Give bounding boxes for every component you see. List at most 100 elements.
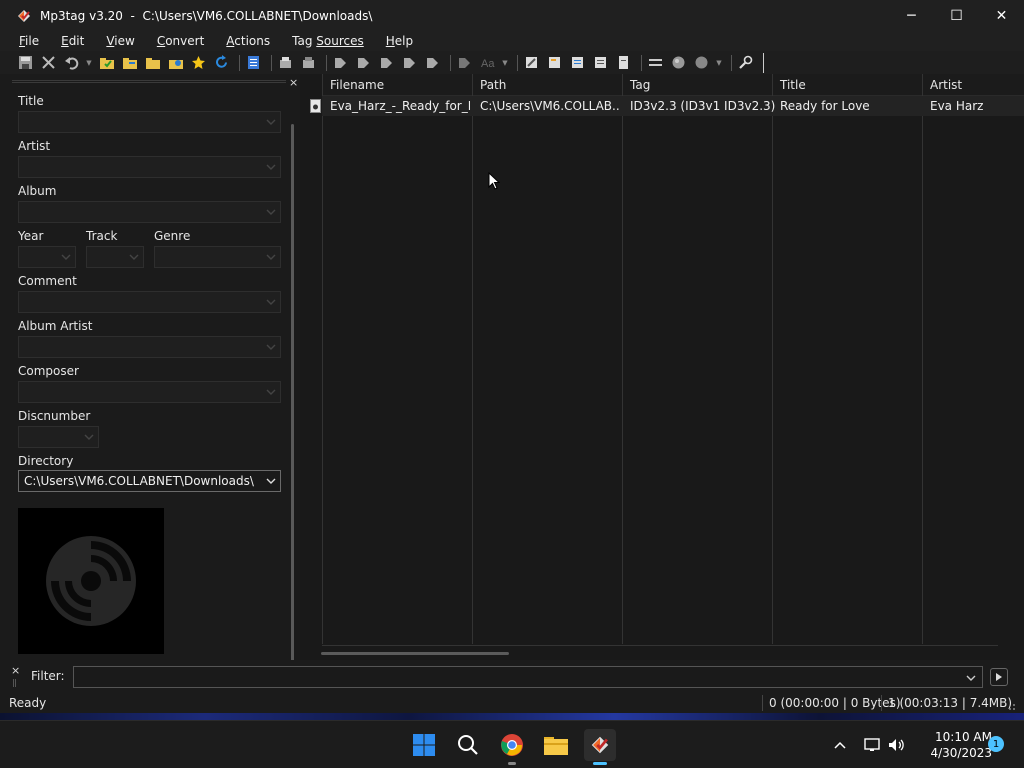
artist-field[interactable]	[18, 156, 281, 178]
notification-badge[interactable]: 1	[988, 736, 1004, 752]
album-artist-field[interactable]	[18, 336, 281, 358]
composer-field[interactable]	[18, 381, 281, 403]
filter-close-icon[interactable]: ×	[11, 664, 20, 677]
clock[interactable]: 10:10 AM 4/30/2023	[912, 729, 992, 761]
edit-tag-icon[interactable]	[522, 53, 541, 72]
file-explorer-button[interactable]	[540, 729, 572, 761]
network-icon	[864, 738, 880, 751]
active-indicator	[593, 762, 607, 765]
paste-tag-icon[interactable]	[299, 53, 318, 72]
document-icon[interactable]	[614, 53, 633, 72]
tag-panel-scrollbar[interactable]	[291, 124, 294, 680]
file-list: Filename Path Tag Title Artist Eva_Harz_…	[300, 74, 1024, 660]
status-total: 1 (00:03:13 | 7.4MB)	[888, 696, 1013, 710]
menu-actions[interactable]: Actions	[226, 34, 270, 48]
panel-grip[interactable]	[12, 80, 286, 83]
export-icon[interactable]	[545, 53, 564, 72]
toolbar-separator	[517, 54, 518, 71]
text-file-tag-icon[interactable]	[400, 53, 419, 72]
toolbar-separator	[731, 54, 732, 71]
menu-file[interactable]: File	[19, 34, 39, 48]
discnumber-field[interactable]	[18, 426, 99, 448]
filter-input[interactable]	[73, 666, 983, 688]
menu-edit[interactable]: Edit	[61, 34, 84, 48]
close-button[interactable]: ✕	[979, 0, 1024, 31]
chevron-down-icon	[266, 478, 276, 484]
toolbar-separator	[326, 54, 327, 71]
tag-filename-icon[interactable]	[331, 53, 350, 72]
search-icon	[458, 735, 478, 755]
sort-icon[interactable]	[646, 53, 665, 72]
chrome-button[interactable]	[496, 729, 528, 765]
refresh-icon[interactable]	[212, 53, 231, 72]
volume-button[interactable]	[886, 735, 906, 755]
clock-time: 10:10 AM	[935, 730, 992, 744]
open-folder-icon[interactable]	[143, 53, 162, 72]
web-sources-dropdown-icon[interactable]: ▼	[715, 53, 723, 72]
filename-filename-icon[interactable]	[377, 53, 396, 72]
volume-icon	[889, 739, 904, 751]
case-conversion-icon[interactable]: Aa	[478, 53, 497, 72]
resize-grip-icon[interactable]	[1004, 699, 1016, 711]
filename-tag-icon[interactable]	[354, 53, 373, 72]
column-divider[interactable]	[472, 74, 473, 644]
track-field[interactable]	[86, 246, 144, 268]
select-all-icon[interactable]	[244, 53, 263, 72]
options-wrench-icon[interactable]	[736, 53, 755, 72]
column-header-artist[interactable]: Artist	[930, 78, 962, 92]
start-button[interactable]	[408, 729, 440, 761]
discnumber-label: Discnumber	[18, 409, 91, 423]
column-header-title[interactable]: Title	[780, 78, 806, 92]
title-bar[interactable]: Mp3tag v3.20 - C:\Users\VM6.COLLABNET\Do…	[0, 0, 1024, 31]
change-directory-icon[interactable]	[97, 53, 116, 72]
artist-label: Artist	[18, 139, 51, 153]
menu-tag-sources[interactable]: Tag Sources	[292, 34, 364, 48]
file-list-horizontal-scrollbar[interactable]	[321, 652, 509, 655]
save-icon[interactable]	[16, 53, 35, 72]
playlist-icon[interactable]	[568, 53, 587, 72]
filter-bar: × Filter:	[0, 660, 1024, 693]
column-divider[interactable]	[922, 74, 923, 644]
comment-field[interactable]	[18, 291, 281, 313]
filter-apply-button[interactable]	[990, 668, 1008, 686]
title-field[interactable]	[18, 111, 281, 133]
auto-numbering-icon[interactable]	[455, 53, 474, 72]
tag-tag-icon[interactable]	[423, 53, 442, 72]
favorite-star-icon[interactable]	[189, 53, 208, 72]
folder-sync-icon[interactable]	[166, 53, 185, 72]
show-hidden-icons-button[interactable]	[830, 735, 850, 755]
menu-view[interactable]: View	[106, 34, 134, 48]
directory-field[interactable]: C:\Users\VM6.COLLABNET\Downloads\	[18, 470, 281, 492]
minimize-button[interactable]: ─	[889, 0, 934, 31]
copy-tag-icon[interactable]	[276, 53, 295, 72]
filter-grip[interactable]	[13, 679, 16, 687]
web-sources-icon[interactable]	[692, 53, 711, 72]
undo-dropdown-icon[interactable]: ▼	[85, 53, 93, 72]
album-label: Album	[18, 184, 57, 198]
directory-label: Directory	[18, 454, 74, 468]
column-divider[interactable]	[772, 74, 773, 644]
undo-icon[interactable]	[62, 53, 81, 72]
column-divider[interactable]	[622, 74, 623, 644]
menu-help[interactable]: Help	[386, 34, 413, 48]
column-header-tag[interactable]: Tag	[630, 78, 650, 92]
chevron-down-icon	[266, 164, 276, 170]
search-button[interactable]	[452, 729, 484, 761]
network-button[interactable]	[862, 735, 882, 755]
album-field[interactable]	[18, 201, 281, 223]
case-dropdown-icon[interactable]: ▼	[501, 53, 509, 72]
cover-art[interactable]	[18, 508, 164, 654]
globe-icon[interactable]	[669, 53, 688, 72]
table-row[interactable]: Eva_Harz_-_Ready_for_L... C:\Users\VM6.C…	[322, 96, 1024, 116]
year-field[interactable]	[18, 246, 76, 268]
add-directory-icon[interactable]	[120, 53, 139, 72]
remove-tag-icon[interactable]	[39, 53, 58, 72]
list-icon[interactable]	[591, 53, 610, 72]
column-header-path[interactable]: Path	[480, 78, 506, 92]
mp3tag-button[interactable]	[584, 729, 616, 765]
column-header-filename[interactable]: Filename	[330, 78, 384, 92]
genre-field[interactable]	[154, 246, 281, 268]
maximize-button[interactable]: ☐	[934, 0, 979, 31]
tag-panel-close-icon[interactable]: ×	[289, 76, 298, 89]
menu-convert[interactable]: Convert	[157, 34, 204, 48]
